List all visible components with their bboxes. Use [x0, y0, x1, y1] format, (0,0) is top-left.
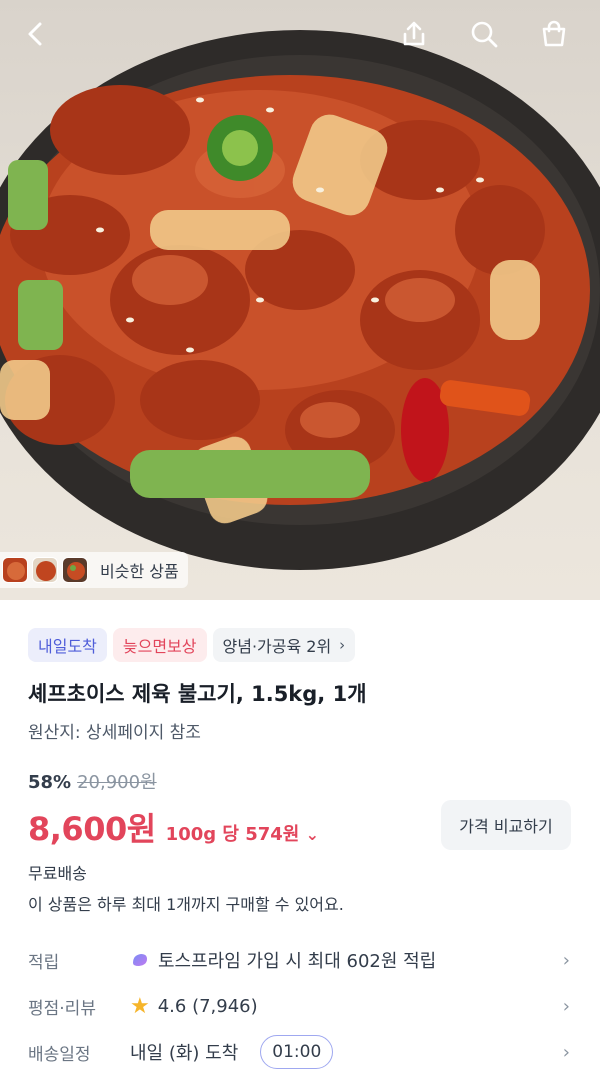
- rating-label: 평점·리뷰: [28, 998, 96, 1019]
- delivery-row[interactable]: 배송일정 내일 (화) 도착 01:00 ›: [0, 1032, 600, 1072]
- points-text: 토스프라임 가입 시 최대 602원 적립: [158, 951, 437, 972]
- back-button[interactable]: [16, 14, 56, 54]
- shopping-bag-icon: [542, 20, 566, 47]
- delivery-date: 내일 (화) 도착: [130, 1043, 239, 1064]
- product-origin: 원산지: 상세페이지 참조: [28, 723, 201, 743]
- compare-price-button[interactable]: 가격 비교하기: [441, 800, 571, 850]
- similar-products-label: 비슷한 상품: [100, 562, 179, 581]
- discount-rate: 58%: [28, 772, 72, 793]
- chevron-right-icon: ›: [562, 1041, 570, 1063]
- product-photo: [0, 30, 600, 570]
- purchase-limit-notice: 이 상품은 하루 최대 1개까지 구매할 수 있어요.: [28, 895, 344, 914]
- original-price: 20,900원: [77, 772, 157, 793]
- product-title: 셰프초이스 제육 불고기, 1.5kg, 1개: [28, 682, 367, 706]
- shipping-info: 무료배송: [28, 864, 87, 883]
- late-compensation-badge: 늦으면보상: [112, 628, 207, 662]
- tomorrow-delivery-badge: 내일도착: [28, 628, 107, 662]
- price-row: 8,600원 100g 당 574원 ⌄: [28, 804, 319, 850]
- badge-row: 내일도착 늦으면보상 양념·가공육 2위 ›: [28, 628, 356, 662]
- points-label: 적립: [28, 952, 60, 973]
- delivery-value: 내일 (화) 도착 01:00: [130, 1035, 334, 1069]
- unit-price[interactable]: 100g 당 574원 ⌄: [166, 820, 319, 846]
- share-button[interactable]: [394, 14, 434, 54]
- points-value: 토스프라임 가입 시 최대 602원 적립: [130, 947, 436, 973]
- chevron-left-icon: [28, 22, 42, 46]
- product-image[interactable]: 비슷한 상품: [0, 0, 600, 600]
- unit-price-label: 100g 당 574원: [165, 824, 300, 845]
- toss-prime-icon: [133, 954, 147, 966]
- star-icon: ★: [130, 993, 150, 1019]
- chevron-right-icon: ›: [339, 636, 346, 654]
- similar-products-button[interactable]: 비슷한 상품: [0, 552, 188, 588]
- delivery-label: 배송일정: [28, 1044, 91, 1065]
- ranking-label: 양념·가공육 2위: [222, 637, 332, 656]
- share-icon: [403, 21, 425, 46]
- chevron-right-icon: ›: [562, 995, 570, 1017]
- similar-thumb: [32, 557, 58, 583]
- rating-text: 4.6 (7,946): [157, 995, 258, 1017]
- similar-thumb: [62, 557, 88, 583]
- cart-button[interactable]: [534, 14, 574, 54]
- category-ranking-badge[interactable]: 양념·가공육 2위 ›: [212, 628, 356, 662]
- product-info: 내일도착 늦으면보상 양념·가공육 2위 › 셰프초이스 제육 불고기, 1.5…: [0, 600, 600, 1076]
- rating-value: ★ 4.6 (7,946): [130, 994, 258, 1019]
- chevron-right-icon: ›: [562, 949, 570, 971]
- similar-thumb: [2, 557, 28, 583]
- chevron-down-icon: ⌄: [305, 825, 320, 844]
- discount-row: 58% 20,900원: [28, 768, 157, 794]
- points-row[interactable]: 적립 토스프라임 가입 시 최대 602원 적립 ›: [0, 940, 600, 980]
- rating-row[interactable]: 평점·리뷰 ★ 4.6 (7,946) ›: [0, 986, 600, 1026]
- delivery-time-pill: 01:00: [260, 1035, 334, 1069]
- search-button[interactable]: [464, 14, 504, 54]
- search-icon: [471, 21, 498, 48]
- sale-price: 8,600원: [28, 810, 156, 848]
